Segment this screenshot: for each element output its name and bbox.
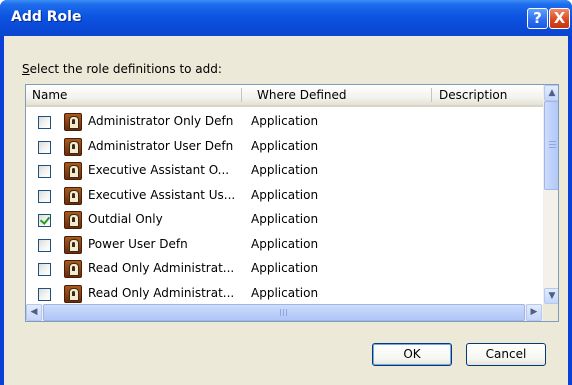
horizontal-scroll-thumb[interactable] <box>43 304 525 321</box>
horizontal-scrollbar[interactable]: ◀ ▶ <box>26 304 543 321</box>
role-name: Power User Defn <box>88 236 188 251</box>
list-item[interactable]: Executive Assistant Us... Application <box>26 186 543 211</box>
role-icon <box>64 186 82 205</box>
column-divider[interactable] <box>431 88 432 102</box>
role-name: Administrator Only Defn <box>88 114 234 128</box>
role-name: Read Only Administrat... <box>88 261 235 275</box>
role-icon <box>64 162 82 180</box>
vertical-scroll-thumb[interactable] <box>544 101 558 190</box>
window-title: Add Role <box>11 9 82 25</box>
list-item[interactable]: Administrator User Defn Application <box>26 137 543 162</box>
list-item[interactable]: Executive Assistant O... Application <box>26 161 543 186</box>
role-checkbox[interactable] <box>38 238 51 252</box>
role-where-defined: Application <box>251 187 319 202</box>
role-checkbox[interactable] <box>38 263 51 276</box>
list-item[interactable]: Power User Defn Application <box>26 235 543 260</box>
scroll-up-button[interactable]: ▲ <box>544 85 558 101</box>
list-item[interactable]: Outdial Only Application <box>26 210 543 235</box>
role-where-defined: Application <box>251 114 319 128</box>
scroll-down-button[interactable]: ▼ <box>544 288 558 304</box>
title-bar[interactable]: Add Role ? X <box>0 0 572 36</box>
column-header-where-defined[interactable]: Where Defined <box>251 85 431 105</box>
list-item[interactable]: Administrator Only Defn Application <box>26 112 543 137</box>
grip-line <box>549 147 556 148</box>
grip-line <box>283 309 284 316</box>
role-where-defined: Application <box>251 236 319 251</box>
scroll-right-button[interactable]: ▶ <box>526 304 542 321</box>
role-icon <box>64 137 82 156</box>
role-checkbox[interactable] <box>38 214 51 227</box>
role-where-defined: Application <box>251 285 319 300</box>
scroll-left-button[interactable]: ◀ <box>26 304 42 321</box>
list-item[interactable]: Read Only Administrat... Application <box>26 259 543 284</box>
list-header: Name Where Defined Description <box>26 85 543 107</box>
role-name: Administrator User Defn <box>88 138 234 153</box>
role-where-defined: Application <box>251 163 319 177</box>
role-where-defined: Application <box>251 261 319 275</box>
role-icon <box>64 113 82 131</box>
grip-line <box>549 141 556 142</box>
role-name: Executive Assistant Us... <box>88 187 236 202</box>
column-header-name[interactable]: Name <box>26 85 241 105</box>
close-button[interactable]: X <box>549 8 570 29</box>
scrollbar-corner <box>543 304 558 321</box>
instruction-text: elect the role definitions to add: <box>29 62 222 76</box>
help-button[interactable]: ? <box>527 8 548 29</box>
cancel-button[interactable]: Cancel <box>466 343 546 366</box>
grip-line <box>286 309 287 316</box>
grip-line <box>549 144 556 145</box>
column-divider[interactable] <box>241 88 242 102</box>
list-rows: Administrator Only Defn Application Admi… <box>26 112 543 308</box>
role-name: Read Only Administrat... <box>88 285 235 300</box>
role-name: Executive Assistant O... <box>88 163 230 177</box>
ok-button[interactable]: OK <box>372 343 452 366</box>
grip-line <box>280 309 281 316</box>
role-checkbox[interactable] <box>38 189 51 203</box>
instruction-mnemonic: S <box>22 62 30 76</box>
role-checkbox[interactable] <box>38 140 51 154</box>
role-where-defined: Application <box>251 138 319 153</box>
role-icon <box>64 235 82 254</box>
add-role-dialog: Add Role ? X Select the role definitions… <box>0 0 572 385</box>
role-checkbox[interactable] <box>38 116 51 129</box>
column-header-description[interactable]: Description <box>433 85 543 105</box>
role-where-defined: Application <box>251 212 319 226</box>
role-checkbox[interactable] <box>38 287 51 301</box>
role-list[interactable]: Name Where Defined Description Administr… <box>25 84 559 322</box>
role-checkbox[interactable] <box>38 165 51 178</box>
vertical-scrollbar[interactable]: ▲ ▼ <box>543 85 558 304</box>
role-name: Outdial Only <box>88 212 163 226</box>
instruction-label: Select the role definitions to add: <box>22 62 222 76</box>
role-icon <box>64 211 82 229</box>
role-icon <box>64 260 82 278</box>
role-icon <box>64 284 82 303</box>
